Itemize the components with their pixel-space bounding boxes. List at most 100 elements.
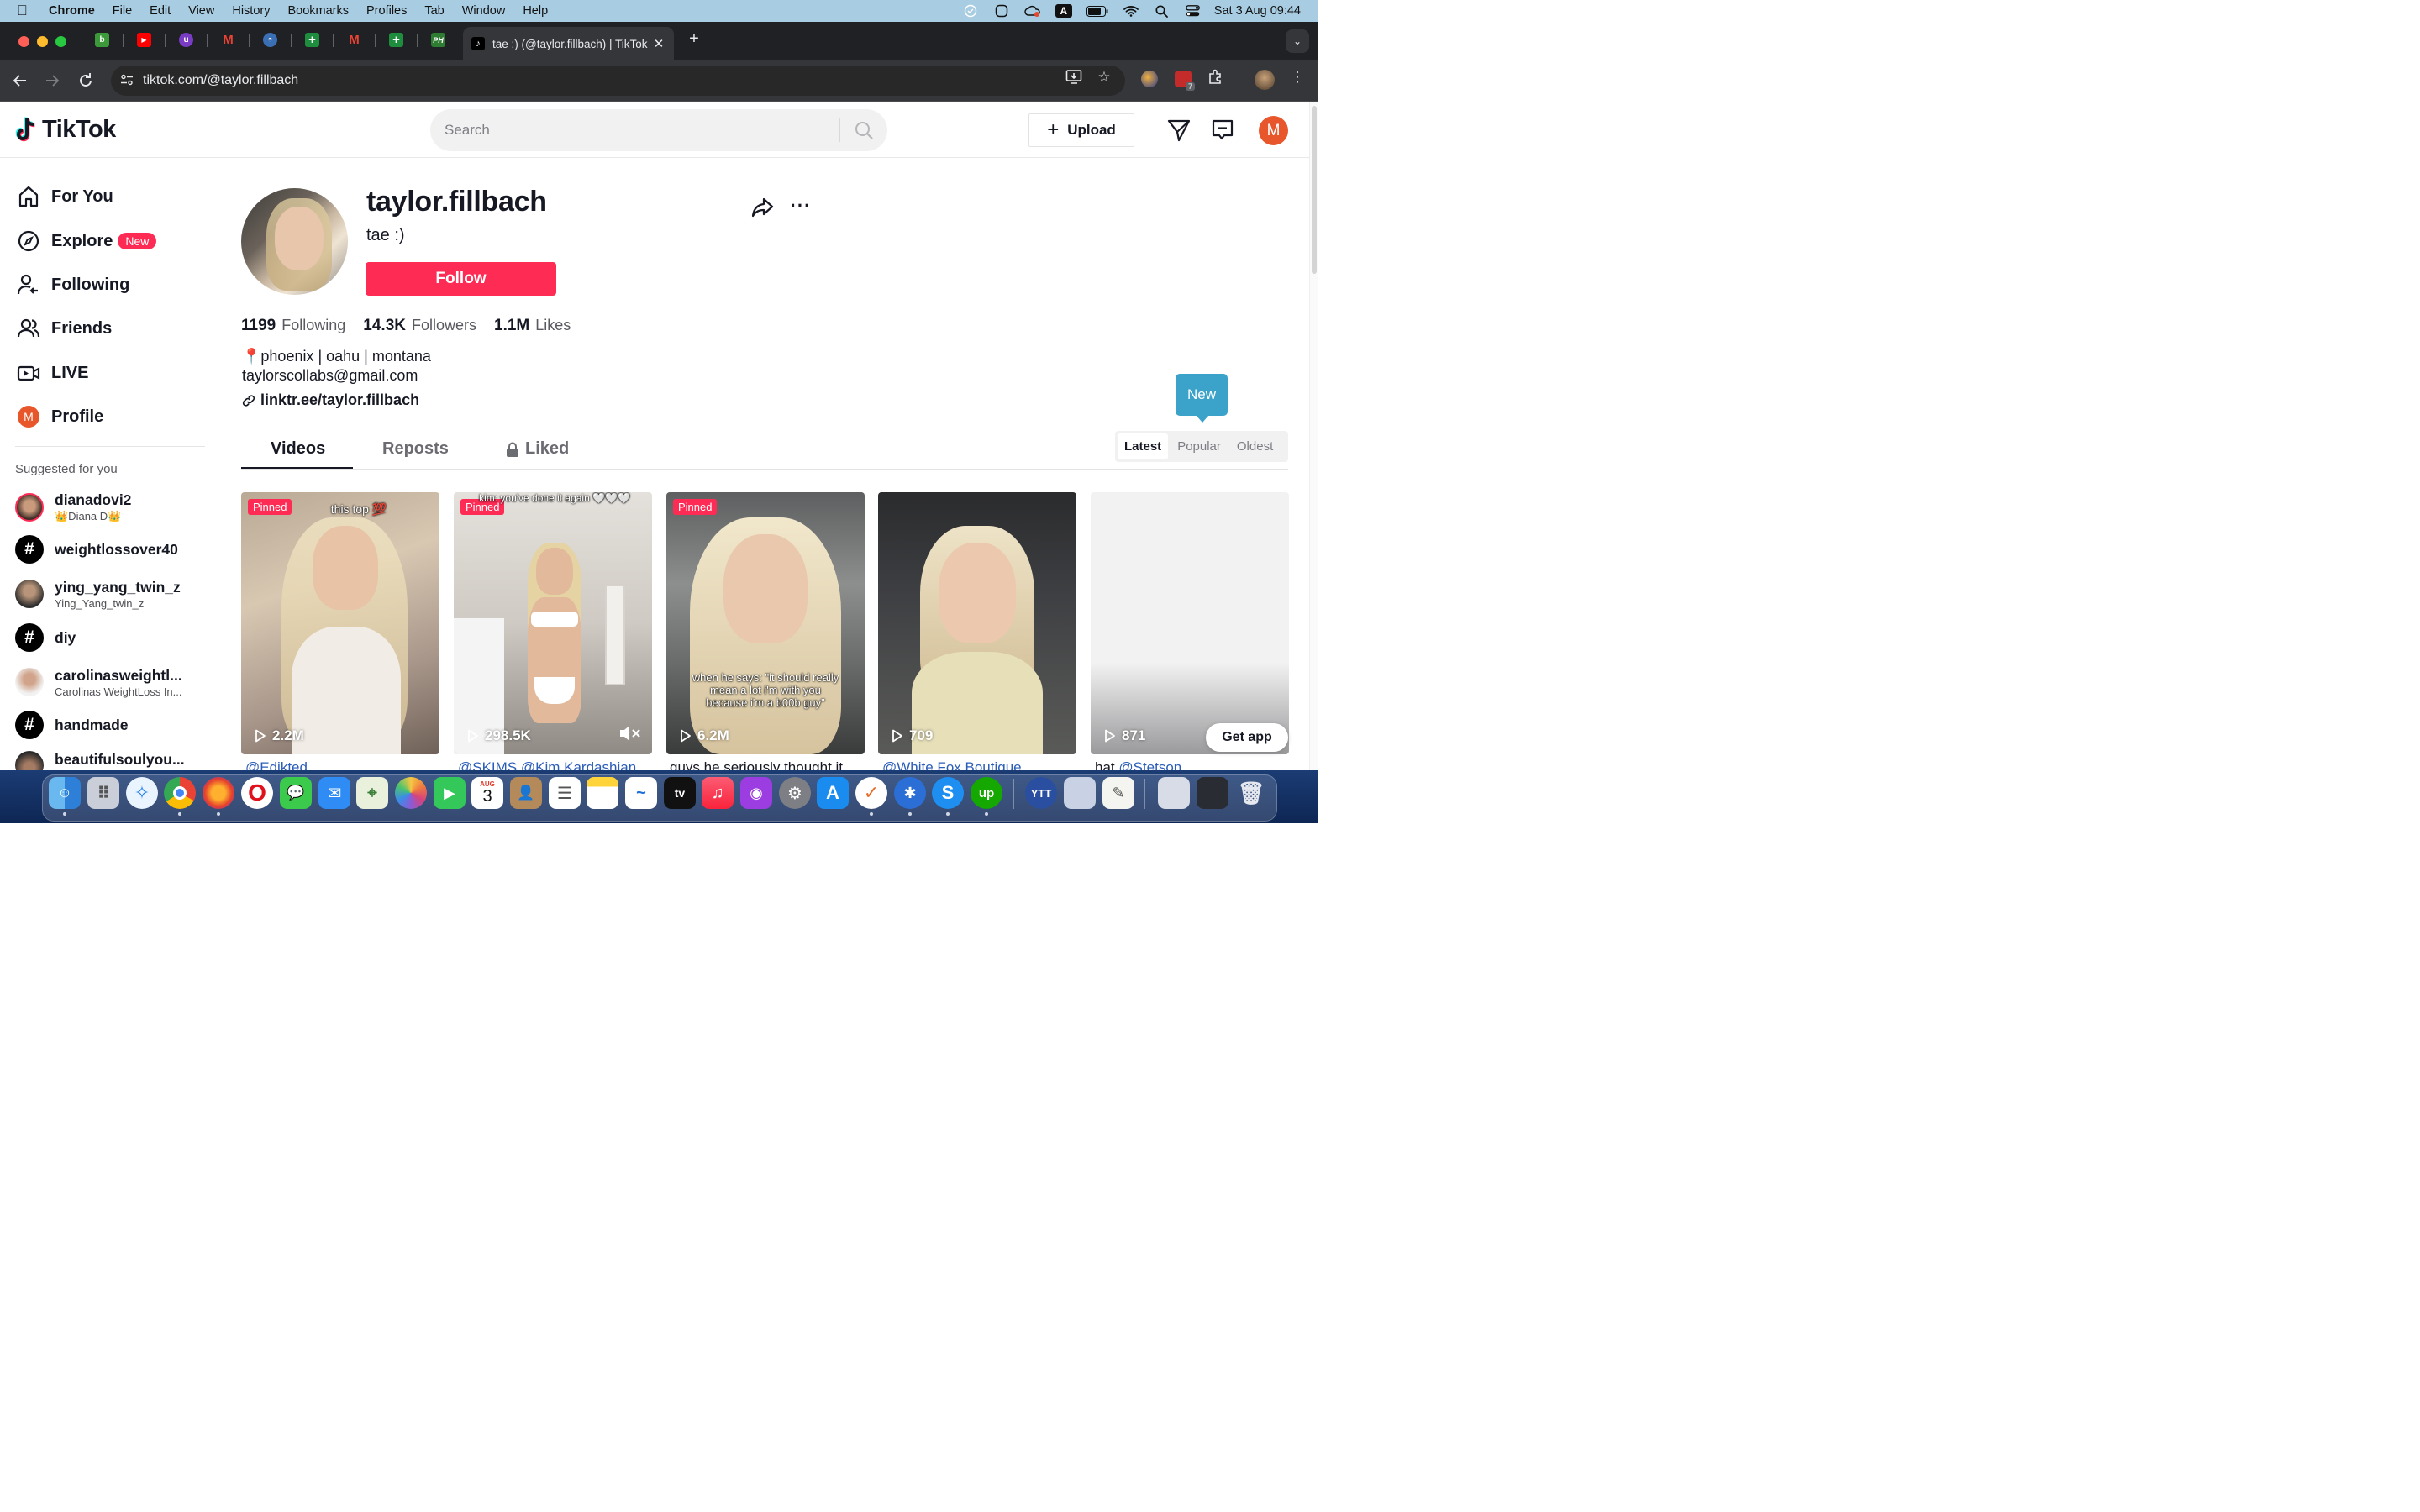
suggested-account[interactable]: beautifulsoulyou...	[15, 751, 185, 770]
chrome-icon[interactable]	[164, 777, 196, 809]
menu-file[interactable]: File	[113, 4, 132, 18]
inbox-icon[interactable]	[1210, 118, 1235, 143]
back-arrow-icon[interactable]	[10, 71, 30, 91]
address-bar[interactable]: tiktok.com/@taylor.fillbach	[111, 66, 1125, 96]
video-card[interactable]: 871	[1091, 492, 1289, 754]
tab-videos[interactable]: Videos	[271, 439, 325, 459]
video-caption[interactable]: @SKIMS @Kim Kardashian	[458, 759, 656, 770]
tiktok-logo[interactable]: TikTok	[15, 116, 116, 144]
podcasts-icon[interactable]: ◉	[740, 777, 772, 809]
calendar-icon[interactable]: AUG 3	[471, 777, 503, 809]
menu-view[interactable]: View	[188, 4, 214, 18]
safari-icon[interactable]: ✧	[126, 777, 158, 809]
ytt-app-icon[interactable]: YTT	[1025, 777, 1057, 809]
more-options-icon[interactable]: ···	[788, 195, 813, 220]
music-icon[interactable]: ♫	[702, 777, 734, 809]
window-close-button[interactable]	[18, 36, 29, 47]
extensions-puzzle-icon[interactable]	[1207, 68, 1225, 87]
messages-send-icon[interactable]	[1166, 118, 1192, 143]
tab-close-icon[interactable]: ✕	[652, 36, 666, 51]
menu-edit[interactable]: Edit	[150, 4, 171, 18]
menu-tab[interactable]: Tab	[424, 4, 444, 18]
video-card[interactable]: Pinned kim: you've done it again 🤍🤍🤍 298…	[454, 492, 652, 754]
opera-icon[interactable]: O	[241, 777, 273, 809]
suggested-hashtag[interactable]: # weightlossover40	[15, 533, 178, 566]
photos-icon[interactable]	[395, 777, 427, 809]
pinned-tab-gmail[interactable]: M	[221, 33, 235, 47]
video-caption[interactable]: hat @Stetson	[1095, 759, 1293, 770]
new-tab-plus-icon[interactable]: +	[686, 30, 702, 47]
minimized-window-icon-2[interactable]	[1197, 777, 1228, 809]
spotlight-search-icon[interactable]	[1153, 4, 1171, 18]
video-card[interactable]: 709	[878, 492, 1076, 754]
creative-cloud-icon[interactable]	[1023, 4, 1042, 18]
extension-badge-icon[interactable]: 7	[1175, 71, 1195, 91]
extension-orb-icon[interactable]	[1141, 71, 1158, 87]
caption-mention[interactable]: @SKIMS @Kim Kardashian	[458, 759, 636, 770]
sort-latest[interactable]: Latest	[1118, 433, 1169, 459]
apple-menu-icon[interactable]: 	[17, 0, 32, 22]
caption-mention[interactable]: @Stetson	[1118, 759, 1181, 770]
contacts-icon[interactable]: 👤	[510, 777, 542, 809]
scrollbar-thumb[interactable]	[1312, 106, 1317, 274]
caption-mention[interactable]: @Edikted	[245, 759, 308, 770]
wifi-icon[interactable]	[1122, 4, 1140, 18]
following-count[interactable]: 1199	[241, 317, 276, 335]
video-caption[interactable]: @White Fox Boutique	[882, 759, 1081, 770]
nav-profile[interactable]: M Profile	[15, 400, 103, 433]
nav-explore[interactable]: Explore New	[15, 224, 157, 258]
system-settings-icon[interactable]: ⚙	[779, 777, 811, 809]
suggested-account[interactable]: dianadovi2 👑Diana D👑	[15, 491, 131, 524]
bookmark-star-icon[interactable]: ☆	[1095, 68, 1113, 87]
facetime-icon[interactable]: ▶	[434, 777, 466, 809]
video-caption[interactable]: @Edikted	[245, 759, 444, 770]
cleaner-app-icon[interactable]: ✱	[894, 777, 926, 809]
nav-for-you[interactable]: For You	[15, 180, 113, 213]
sort-oldest[interactable]: Oldest	[1230, 433, 1280, 459]
tab-search-chevron-icon[interactable]: ⌄	[1286, 29, 1309, 53]
tab-liked[interactable]: Liked	[506, 439, 569, 459]
pinned-tab-u[interactable]: u	[179, 33, 193, 47]
followers-label[interactable]: Followers	[412, 317, 476, 334]
video-card[interactable]: Pinned this top 💯 2.2M	[241, 492, 439, 754]
menu-window[interactable]: Window	[462, 4, 506, 18]
finder-icon[interactable]: ☺	[49, 777, 81, 809]
app-store-icon[interactable]: A	[817, 777, 849, 809]
notes-icon[interactable]	[587, 777, 618, 809]
upload-button[interactable]: + Upload	[1028, 113, 1134, 147]
install-app-icon[interactable]	[1065, 68, 1083, 87]
apple-tv-icon[interactable]: tv	[664, 777, 696, 809]
skype-icon[interactable]: S	[932, 777, 964, 809]
user-avatar[interactable]: M	[1259, 116, 1288, 145]
pinned-tab-ph[interactable]: PH	[431, 33, 445, 47]
menu-bookmarks[interactable]: Bookmarks	[287, 4, 349, 18]
nav-live[interactable]: LIVE	[15, 356, 88, 390]
video-caption[interactable]: guys he seriously thought it	[670, 759, 868, 770]
pinned-tab-globe[interactable]: ◓	[263, 33, 277, 47]
site-settings-icon[interactable]	[119, 73, 134, 89]
nav-following[interactable]: Following	[15, 268, 129, 302]
mail-icon[interactable]: ✉	[318, 777, 350, 809]
control-center-icon[interactable]	[1184, 4, 1202, 18]
firefox-icon[interactable]	[203, 777, 234, 809]
forward-arrow-icon[interactable]	[42, 71, 62, 91]
pinned-tab-sheets-2[interactable]: +	[389, 33, 403, 47]
messages-icon[interactable]: 💬	[280, 777, 312, 809]
textedit-icon[interactable]: ✎	[1102, 777, 1134, 809]
rounded-square-status-icon[interactable]	[992, 4, 1011, 18]
reminders-icon[interactable]: ☰	[549, 777, 581, 809]
menu-help[interactable]: Help	[523, 4, 548, 18]
follow-button[interactable]: Follow	[366, 262, 556, 296]
caption-mention[interactable]: @White Fox Boutique	[882, 759, 1022, 770]
launchpad-icon[interactable]: ⠿	[87, 777, 119, 809]
upwork-icon[interactable]: up	[971, 777, 1002, 809]
get-app-button[interactable]: Get app	[1206, 723, 1288, 752]
pinned-tab-youtube[interactable]: ▶	[137, 33, 151, 47]
page-scrollbar[interactable]	[1309, 102, 1318, 770]
reload-icon[interactable]	[76, 71, 96, 91]
maps-icon[interactable]: ⌖	[356, 777, 388, 809]
following-label[interactable]: Following	[281, 317, 345, 334]
check-circle-status-icon[interactable]	[961, 4, 980, 18]
muted-speaker-icon[interactable]	[618, 724, 642, 743]
suggested-hashtag[interactable]: # diy	[15, 621, 76, 654]
